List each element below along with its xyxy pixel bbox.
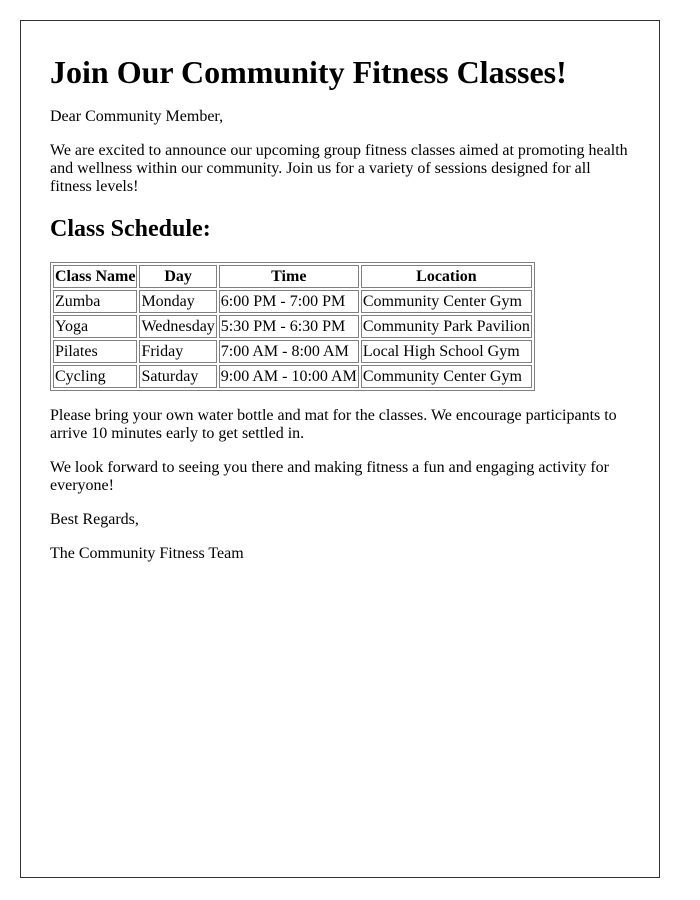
greeting: Dear Community Member, [50,108,224,125]
column-header-class-name: Class Name [53,265,138,288]
class-schedule-table: Class Name Day Time Location Zumba Monda… [50,262,535,391]
cell-time: 7:00 AM - 8:00 AM [218,340,359,363]
signature: The Community Fitness Team [50,545,244,562]
cell-day: Monday [139,290,217,313]
cell-day: Friday [139,340,217,363]
table-row: Yoga Wednesday 5:30 PM - 6:30 PM Communi… [53,315,532,338]
cell-time: 9:00 AM - 10:00 AM [218,365,359,388]
column-header-location: Location [360,265,532,288]
letter-page: Join Our Community Fitness Classes! Dear… [20,20,660,878]
closing-paragraph: We look forward to seeing you there and … [50,459,609,494]
cell-class-name: Yoga [53,315,138,338]
intro-paragraph: We are excited to announce our upcoming … [50,142,628,195]
cell-time: 6:00 PM - 7:00 PM [218,290,359,313]
column-header-day: Day [139,265,217,288]
table-row: Zumba Monday 6:00 PM - 7:00 PM Community… [53,290,532,313]
cell-class-name: Pilates [53,340,138,363]
table-row: Cycling Saturday 9:00 AM - 10:00 AM Comm… [53,365,532,388]
cell-class-name: Zumba [53,290,138,313]
letter-title: Join Our Community Fitness Classes! [50,54,567,90]
cell-time: 5:30 PM - 6:30 PM [218,315,359,338]
notes-paragraph: Please bring your own water bottle and m… [50,407,617,442]
column-header-time: Time [218,265,359,288]
cell-location: Community Park Pavilion [360,315,532,338]
cell-location: Community Center Gym [360,365,532,388]
table-row: Pilates Friday 7:00 AM - 8:00 AM Local H… [53,340,532,363]
signoff: Best Regards, [50,511,139,528]
cell-day: Wednesday [139,315,217,338]
schedule-heading: Class Schedule: [50,216,211,242]
table-header-row: Class Name Day Time Location [53,265,532,288]
cell-day: Saturday [139,365,217,388]
cell-class-name: Cycling [53,365,138,388]
cell-location: Local High School Gym [360,340,532,363]
cell-location: Community Center Gym [360,290,532,313]
